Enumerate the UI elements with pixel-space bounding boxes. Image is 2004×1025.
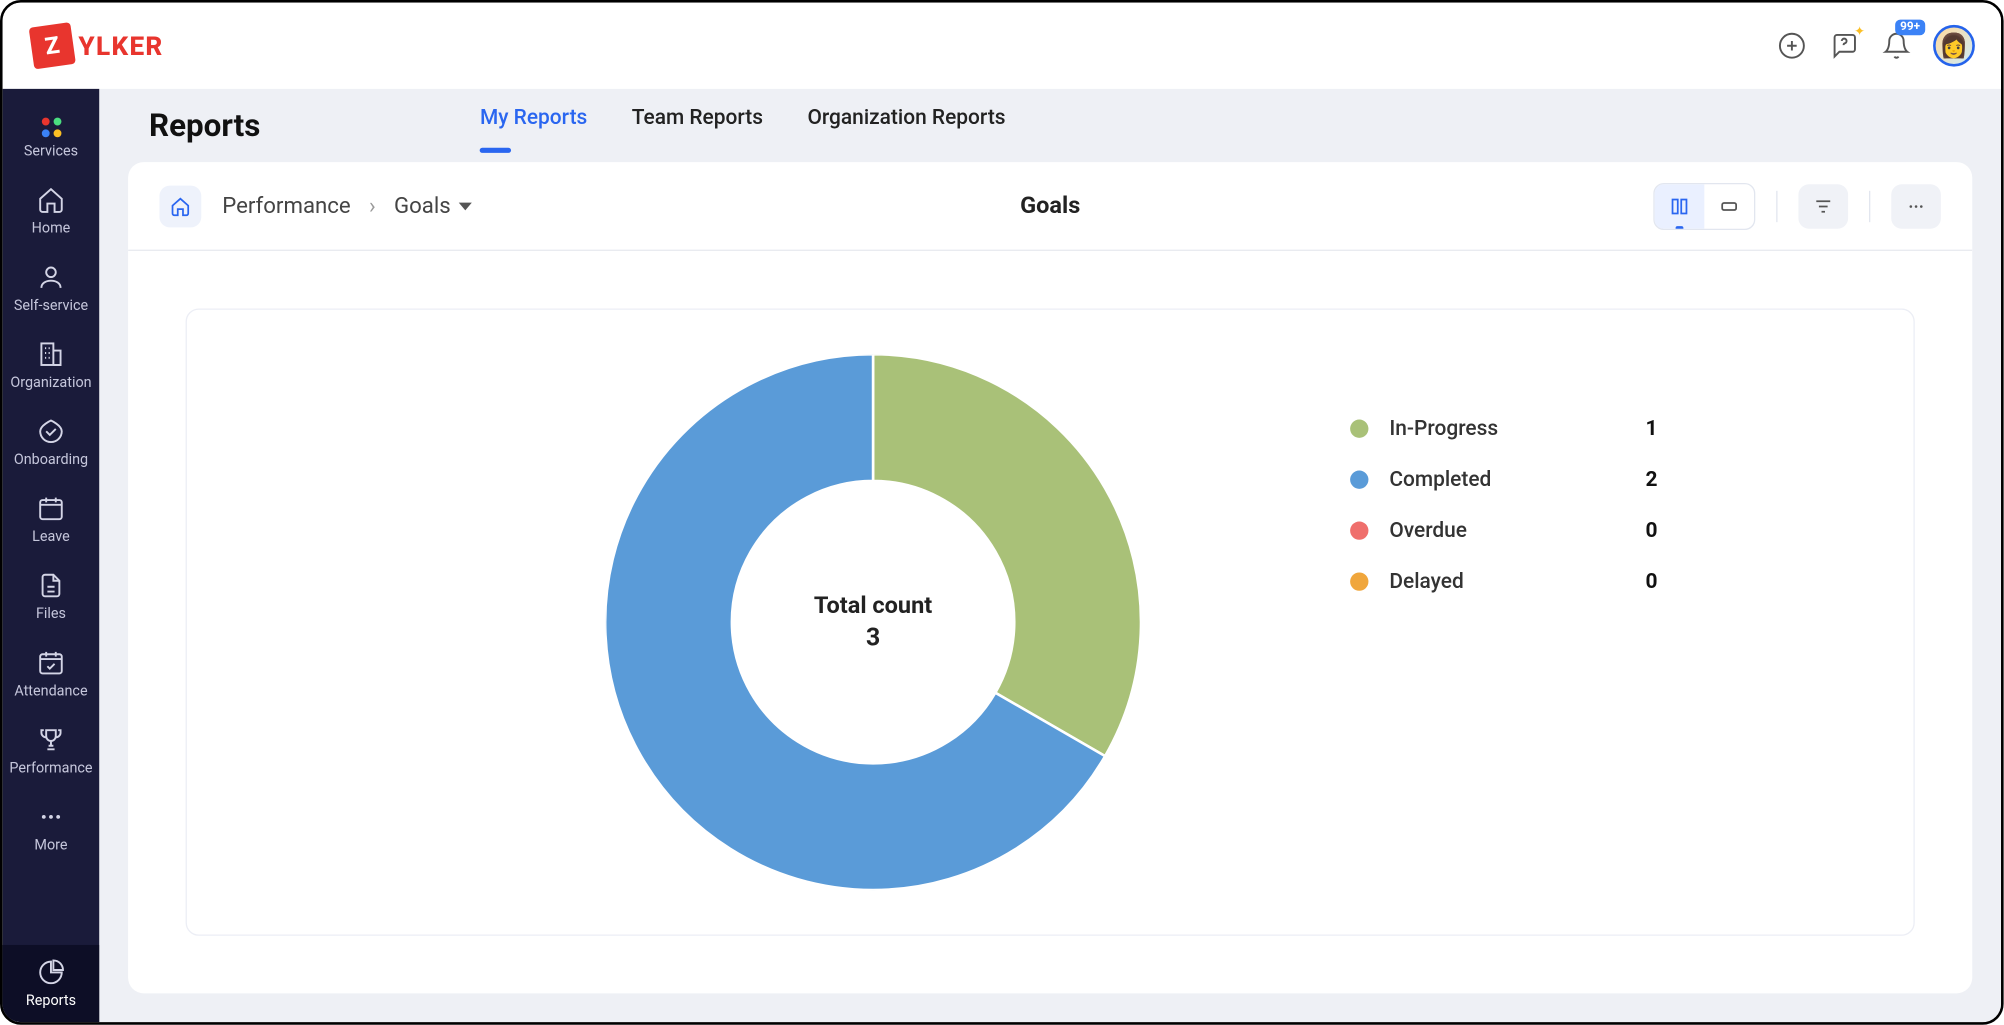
breadcrumb-goals-dropdown[interactable]: Goals	[394, 193, 472, 219]
sidebar-item-home[interactable]: Home	[3, 173, 100, 250]
sparkle-icon: ✦	[1854, 25, 1865, 39]
trophy-icon	[37, 725, 66, 754]
more-actions-button[interactable]	[1891, 184, 1941, 228]
sidebar-item-label: Onboarding	[14, 451, 88, 468]
home-icon	[37, 186, 66, 215]
sidebar-item-reports[interactable]: Reports	[3, 945, 100, 1022]
handshake-icon	[37, 417, 66, 446]
legend-label: Overdue	[1389, 518, 1624, 543]
legend-value: 0	[1646, 569, 1658, 594]
sidebar-item-label: Reports	[26, 992, 76, 1009]
user-avatar[interactable]: 👩	[1933, 25, 1975, 67]
legend-value: 1	[1646, 416, 1658, 441]
legend-color-dot	[1350, 521, 1368, 539]
tab-organization-reports[interactable]: Organization Reports	[807, 104, 1005, 147]
breadcrumb: Performance › Goals	[222, 193, 471, 219]
help-chat-icon[interactable]: ✦	[1828, 30, 1859, 61]
sidebar-item-label: Organization	[10, 374, 91, 391]
sidebar-item-onboarding[interactable]: Onboarding	[3, 404, 100, 481]
donut-center-label: Total count	[814, 592, 932, 619]
sidebar-item-files[interactable]: Files	[3, 558, 100, 635]
chart-legend: In-Progress 1 Completed 2 Overdue 0 Delayed 0	[1350, 416, 1657, 620]
legend-item: In-Progress 1	[1350, 416, 1657, 441]
reports-icon	[37, 958, 66, 987]
view-toggle-group	[1653, 182, 1755, 229]
divider	[1776, 190, 1777, 221]
more-dots-icon	[37, 802, 66, 831]
legend-color-dot	[1350, 419, 1368, 437]
sidebar-item-label: Home	[32, 220, 71, 237]
add-icon[interactable]	[1776, 30, 1807, 61]
logo-z-badge: Z	[29, 22, 76, 69]
legend-color-dot	[1350, 470, 1368, 488]
notification-badge: 99+	[1895, 20, 1925, 36]
sidebar-item-performance[interactable]: Performance	[3, 712, 100, 789]
logo-text: YLKER	[78, 30, 163, 61]
legend-value: 0	[1646, 518, 1658, 543]
sidebar-item-attendance[interactable]: Attendance	[3, 635, 100, 712]
brand-logo[interactable]: Z YLKER	[31, 25, 163, 67]
caret-down-icon	[459, 202, 472, 210]
files-icon	[37, 571, 66, 600]
sidebar-item-more[interactable]: More	[3, 789, 100, 866]
services-icon	[41, 118, 61, 138]
breadcrumb-current-label: Goals	[394, 193, 451, 219]
legend-value: 2	[1646, 467, 1658, 492]
divider	[1869, 190, 1870, 221]
legend-label: In-Progress	[1389, 416, 1624, 441]
sidebar-item-label: Performance	[9, 759, 92, 776]
breadcrumb-segment-performance[interactable]: Performance	[222, 193, 351, 219]
sidebar-item-services[interactable]: Services	[3, 105, 100, 173]
goals-donut-chart: Total count 3	[605, 354, 1141, 890]
filter-button[interactable]	[1798, 184, 1848, 228]
tab-team-reports[interactable]: Team Reports	[632, 104, 763, 147]
sidebar: Services Home Self-service Organization …	[3, 89, 100, 1022]
sidebar-item-label: Leave	[32, 528, 70, 545]
notifications-icon[interactable]: 99+	[1881, 30, 1912, 61]
panel-title: Goals	[1020, 192, 1080, 219]
view-column-button[interactable]	[1655, 184, 1705, 228]
tab-my-reports[interactable]: My Reports	[480, 104, 587, 147]
legend-item: Overdue 0	[1350, 518, 1657, 543]
donut-center-value: 3	[814, 622, 932, 652]
sidebar-item-organization[interactable]: Organization	[3, 327, 100, 404]
breadcrumb-home-button[interactable]	[159, 185, 201, 227]
sidebar-item-label: Services	[24, 142, 78, 159]
sidebar-item-label: Self-service	[14, 297, 88, 314]
building-icon	[37, 340, 66, 369]
view-list-button[interactable]	[1704, 184, 1754, 228]
person-icon	[37, 263, 66, 292]
sidebar-item-label: Attendance	[14, 682, 87, 699]
legend-item: Completed 2	[1350, 467, 1657, 492]
page-title: Reports	[149, 107, 260, 144]
calendar-icon	[37, 494, 66, 523]
legend-label: Completed	[1389, 467, 1624, 492]
chevron-right-icon: ›	[369, 193, 376, 219]
legend-item: Delayed 0	[1350, 569, 1657, 594]
legend-label: Delayed	[1389, 569, 1624, 594]
sidebar-item-self-service[interactable]: Self-service	[3, 250, 100, 327]
sidebar-item-label: More	[34, 836, 67, 853]
legend-color-dot	[1350, 572, 1368, 590]
attendance-icon	[37, 648, 66, 677]
sidebar-item-label: Files	[36, 605, 66, 622]
sidebar-item-leave[interactable]: Leave	[3, 481, 100, 558]
